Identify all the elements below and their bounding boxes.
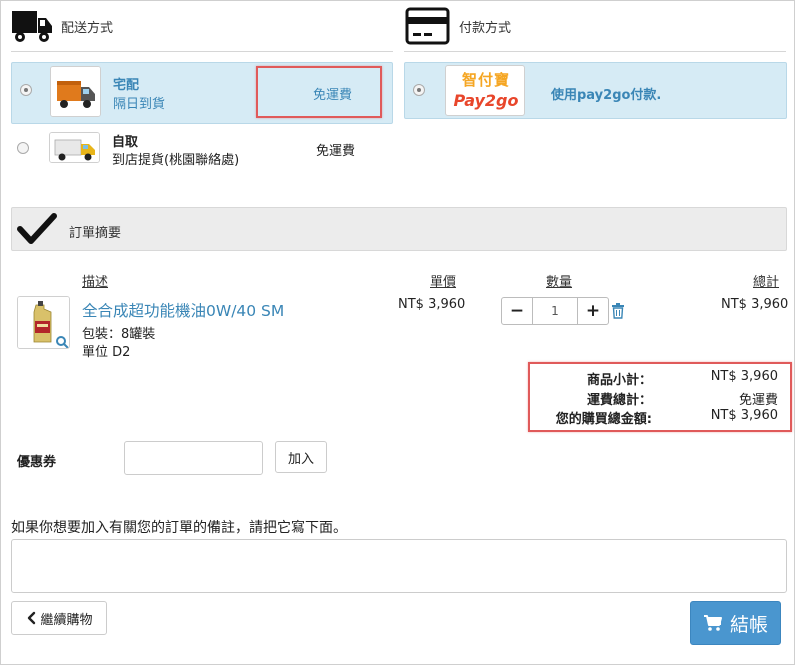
shipping-pickup-radio[interactable]	[17, 142, 29, 154]
payment-section-title: 付款方式	[459, 21, 512, 36]
delivery-truck-image	[50, 66, 101, 117]
shipping-home-delivery-name: 宅配	[113, 78, 140, 93]
column-header-unit-price[interactable]: 單價	[430, 271, 456, 290]
column-header-description[interactable]: 描述	[82, 271, 108, 290]
order-notes-label: 如果你想要加入有關您的訂單的備註，請把它寫下面。	[11, 520, 347, 536]
product-unit-price: NT$ 3,960	[398, 297, 466, 312]
product-package: 包裝：8罐裝	[82, 327, 156, 342]
coupon-input[interactable]	[124, 441, 263, 475]
coupon-label: 優惠券	[17, 455, 57, 470]
chevron-left-icon	[25, 611, 37, 625]
checkout-label: 結帳	[729, 613, 768, 636]
quantity-decrease-button[interactable]: −	[501, 297, 533, 325]
payment-pay2go-radio[interactable]	[413, 84, 425, 96]
quantity-increase-button[interactable]: +	[577, 297, 609, 325]
order-summary-header	[11, 207, 787, 251]
payment-divider	[404, 51, 786, 52]
continue-shopping-label: 繼續購物	[40, 612, 93, 628]
shipping-section-title: 配送方式	[61, 21, 114, 36]
trash-icon[interactable]	[611, 303, 625, 319]
checkout-button[interactable]: 結帳	[690, 601, 781, 645]
coupon-apply-button[interactable]: 加入	[275, 441, 327, 473]
shipping-divider	[11, 51, 393, 52]
pay2go-logo-bottom: Pay2go	[453, 91, 519, 110]
product-name-link[interactable]: 全合成超功能機油0W/40 SM	[82, 299, 284, 321]
credit-card-icon	[405, 7, 450, 45]
pay2go-logo-top: 智付寶	[461, 71, 510, 89]
highlight-box-totals	[528, 362, 792, 432]
truck-icon	[11, 8, 53, 44]
quantity-input[interactable]: 1	[533, 297, 577, 325]
shipping-pickup-desc: 到店提貨(桃園聯絡處)	[112, 153, 240, 168]
column-header-total[interactable]: 總計	[753, 271, 779, 290]
continue-shopping-button[interactable]: 繼續購物	[11, 601, 107, 635]
payment-pay2go-label: 使用pay2go付款.	[551, 88, 662, 103]
shipping-pickup-fee: 免運費	[316, 144, 356, 159]
checkmark-icon	[17, 212, 57, 246]
shipping-home-delivery-radio[interactable]	[20, 84, 32, 96]
order-notes-textarea[interactable]	[11, 539, 787, 593]
shipping-pickup-name: 自取	[112, 135, 139, 150]
highlight-box-shipping-fee	[256, 66, 382, 118]
pay2go-logo: 智付寶 Pay2go	[445, 65, 525, 116]
shopping-cart-icon	[703, 614, 723, 632]
shipping-home-delivery-desc: 隔日到貨	[113, 97, 166, 112]
pickup-van-image	[49, 132, 100, 163]
product-unit: 單位 D2	[82, 345, 131, 360]
product-image[interactable]	[17, 296, 70, 349]
column-header-quantity[interactable]: 數量	[546, 271, 572, 290]
product-line-total: NT$ 3,960	[721, 297, 789, 312]
order-summary-title: 訂單摘要	[69, 226, 122, 241]
